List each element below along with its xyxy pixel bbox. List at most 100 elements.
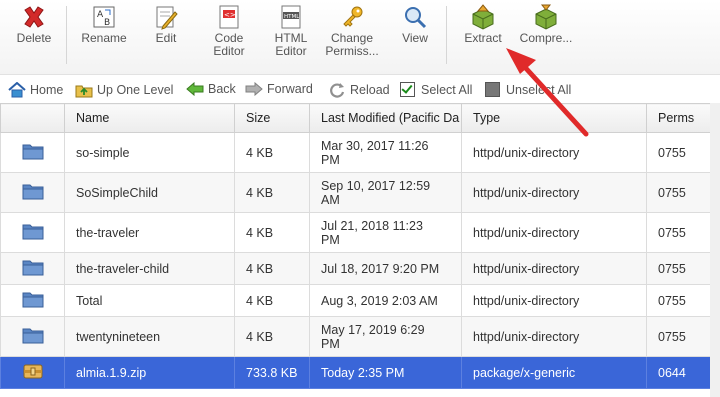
toolbar-separator [66,6,67,64]
reload-label: Reload [350,83,390,97]
file-size: 4 KB [234,252,310,285]
file-type: package/x-generic [461,356,647,389]
file-modified: Aug 3, 2019 2:03 AM [309,284,462,317]
forward-arrow-icon [245,82,263,96]
file-size: 733.8 KB [234,356,310,389]
table-row[interactable]: SoSimpleChild 4 KB Sep 10, 2017 12:59 AM htt… [0,172,711,213]
file-modified: Today 2:35 PM [309,356,462,389]
compress-box-icon [535,4,557,30]
name-column-header[interactable]: Name [64,103,235,133]
up-one-level-label: Up One Level [97,83,174,97]
home-icon [8,82,26,98]
file-type: httpd/unix-directory [461,252,647,285]
file-perms[interactable]: 0755 [646,284,711,317]
file-type: httpd/unix-directory [461,132,647,173]
folder-icon [22,292,44,311]
modified-column-header[interactable]: Last Modified (Pacific Da [309,103,462,133]
svg-text:<>: <> [224,11,236,19]
edit-icon [156,6,178,30]
extract-button[interactable]: Extract [458,4,508,70]
change-permissions-label-line2: Permiss... [325,44,379,58]
svg-text:B: B [104,18,110,28]
table-row[interactable]: so-simple 4 KB Mar 30, 2017 11:26 PM httpd/u… [0,132,711,173]
edit-button[interactable]: Edit [146,4,186,70]
file-name[interactable]: the-traveler-child [64,252,235,285]
delete-button[interactable]: Delete [12,4,56,70]
key-icon [343,6,363,27]
file-size: 4 KB [234,284,310,317]
file-type: httpd/unix-directory [461,212,647,253]
modified-line2: PM [321,152,340,167]
select-all-button[interactable]: Select All [400,82,472,97]
extract-box-icon [472,4,494,30]
edit-label: Edit [155,31,177,45]
folder-icon [22,184,44,203]
table-row[interactable]: Total 4 KB Aug 3, 2019 2:03 AM httpd/unix-d… [0,284,711,317]
home-label: Home [30,83,64,97]
file-size: 4 KB [234,132,310,173]
forward-button[interactable]: Forward [245,82,313,96]
file-table: Name Size Last Modified (Pacific Da Type… [0,103,711,389]
folder-icon [22,260,44,279]
table-row[interactable]: twentynineteen 4 KB May 17, 2019 6:29 PM htt… [0,316,711,357]
svg-text:A: A [97,10,104,20]
perms-column-header[interactable]: Perms [646,103,711,133]
extract-label: Extract [464,31,502,45]
modified-line1: Jul 21, 2018 11:23 [321,218,423,233]
file-perms[interactable]: 0755 [646,212,711,253]
rename-icon: A B [93,6,115,28]
file-name[interactable]: SoSimpleChild [64,172,235,213]
reload-icon [330,83,345,98]
file-type: httpd/unix-directory [461,172,647,213]
type-column-header[interactable]: Type [461,103,647,133]
back-button[interactable]: Back [186,82,236,96]
file-icon-cell [0,212,65,253]
select-all-checkbox-icon [400,82,415,97]
html-editor-label-line2: Editor [275,44,307,58]
file-name[interactable]: the-traveler [64,212,235,253]
file-perms[interactable]: 0644 [646,356,711,389]
table-row[interactable]: almia.1.9.zip 733.8 KB Today 2:35 PM packag… [0,356,711,389]
folder-icon [22,144,44,163]
file-perms[interactable]: 0755 [646,316,711,357]
file-icon-cell [0,284,65,317]
file-name[interactable]: twentynineteen [64,316,235,357]
archive-icon [22,364,44,383]
file-size: 4 KB [234,172,310,213]
table-row[interactable]: the-traveler 4 KB Jul 21, 2018 11:23 PM http… [0,212,711,253]
modified-line2: PM [321,336,340,351]
file-name[interactable]: so-simple [64,132,235,173]
modified-line1: Sep 10, 2017 12:59 [321,178,431,193]
folder-icon [22,224,44,243]
vertical-scrollbar[interactable] [710,103,720,397]
up-one-level-button[interactable]: Up One Level [75,82,173,98]
rename-button[interactable]: A B Rename [76,4,132,70]
file-size: 4 KB [234,316,310,357]
file-modified: Jul 18, 2017 9:20 PM [309,252,462,285]
modified-line1: Aug 3, 2019 2:03 AM [321,293,438,308]
view-label: View [402,31,428,45]
file-name[interactable]: Total [64,284,235,317]
file-perms[interactable]: 0755 [646,172,711,213]
html-editor-icon: HTML [281,5,301,29]
unselect-all-button[interactable]: Unselect All [485,82,571,97]
file-type: httpd/unix-directory [461,284,647,317]
size-column-header[interactable]: Size [234,103,310,133]
html-editor-button[interactable]: HTML HTML Editor [270,4,312,70]
navigation-action-bar: Home Up One Level Back Forward Reload Se… [0,80,720,104]
toolbar-separator [446,6,447,64]
file-perms[interactable]: 0755 [646,252,711,285]
code-editor-icon: <> [219,5,239,29]
file-perms[interactable]: 0755 [646,132,711,173]
file-name[interactable]: almia.1.9.zip [64,356,235,389]
modified-line1: Mar 30, 2017 11:26 [321,138,429,153]
back-label: Back [208,82,236,96]
home-button[interactable]: Home [8,82,63,98]
table-row[interactable]: the-traveler-child 4 KB Jul 18, 2017 9:20 … [0,252,711,285]
compress-button[interactable]: Compre... [516,4,576,70]
reload-button[interactable]: Reload [328,82,390,98]
file-type: httpd/unix-directory [461,316,647,357]
code-editor-button[interactable]: <> Code Editor [208,4,250,70]
view-button[interactable]: View [396,4,434,70]
change-permissions-button[interactable]: Change Permiss... [322,4,382,70]
